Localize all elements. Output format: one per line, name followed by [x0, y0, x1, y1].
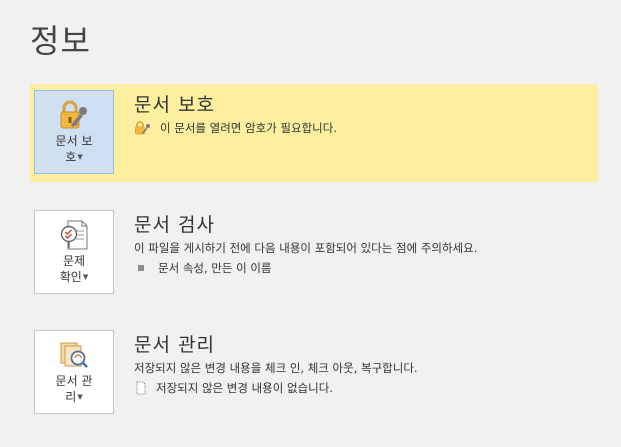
manage-document-label: 문서 관 리▼ [55, 374, 93, 404]
inspect-item: 문서 속성, 만든 이 이름 [134, 260, 272, 276]
protect-document-label: 문서 보 호▼ [55, 134, 93, 164]
check-issues-label: 문제 확인▼ [59, 254, 89, 284]
manage-document-button[interactable]: 문서 관 리▼ [34, 330, 114, 414]
protect-status: 이 문서를 열려면 암호가 필요합니다. [134, 120, 337, 136]
section-protect-document: 문서 보 호▼ 문서 보호 이 문서를 열려면 암호가 필요합니다. [30, 84, 598, 182]
inspect-description: 이 파일을 게시하기 전에 다음 내용이 포함되어 있다는 점에 주의하세요. [134, 241, 478, 255]
check-issues-button[interactable]: 문제 확인▼ [34, 210, 114, 294]
chevron-down-icon: ▼ [82, 273, 89, 281]
inspect-document-icon [60, 220, 88, 250]
lock-key-icon [135, 121, 150, 135]
bullet-icon [138, 265, 144, 271]
manage-section-title: 문서 관리 [134, 334, 215, 356]
section-inspect-document: 문제 확인▼ 문서 검사 이 파일을 게시하기 전에 다음 내용이 포함되어 있… [30, 204, 598, 302]
document-outline-icon [136, 381, 146, 395]
lock-key-icon [60, 100, 87, 129]
section-manage-document: 문서 관 리▼ 문서 관리 저장되지 않은 변경 내용을 체크 인, 체크 아웃… [30, 324, 598, 422]
chevron-down-icon: ▼ [77, 393, 83, 401]
manage-status: 저장되지 않은 변경 내용이 없습니다. [134, 380, 333, 396]
manage-document-icon [60, 342, 88, 368]
inspect-section-title: 문서 검사 [134, 214, 215, 236]
manage-description: 저장되지 않은 변경 내용을 체크 인, 체크 아웃, 복구합니다. [134, 361, 418, 375]
page-title: 정보 [30, 22, 91, 60]
chevron-down-icon: ▼ [77, 153, 83, 161]
protect-document-button[interactable]: 문서 보 호▼ [34, 90, 114, 174]
protect-section-title: 문서 보호 [134, 94, 215, 116]
